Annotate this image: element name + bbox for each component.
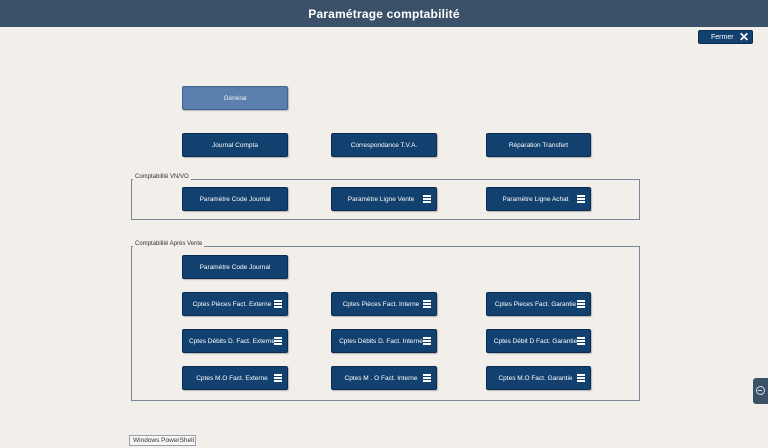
debits-interne-button[interactable]: Cptes Débits D. Fact. Interne [331, 329, 437, 353]
side-tab[interactable] [753, 378, 768, 404]
ligne-achat-button[interactable]: Paramètre Ligne Achat [486, 187, 591, 211]
menu-icon [423, 300, 431, 308]
menu-icon [274, 337, 282, 345]
powershell-label: Windows PowerShell [133, 437, 195, 444]
collapse-icon [756, 386, 765, 395]
menu-icon [423, 195, 431, 203]
close-button[interactable]: Fermer ✕ [698, 30, 753, 44]
correspondance-tva-button[interactable]: Correspondance T.V.A. [331, 133, 437, 157]
vnvo-group-legend: Comptabilité VN/VO [133, 174, 191, 180]
pieces-interne-button[interactable]: Cptes Pièces Fact. Interne [331, 292, 437, 316]
pieces-interne-label: Cptes Pièces Fact. Interne [342, 300, 420, 308]
ligne-vente-label: Paramètre Ligne Vente [347, 195, 415, 203]
vnvo-code-journal-label: Paramètre Code Journal [199, 195, 271, 203]
window-title: Paramétrage comptabilité [308, 6, 460, 21]
pieces-externe-label: Cptes Pièces Fact. Externe [192, 300, 272, 308]
ligne-vente-button[interactable]: Paramètre Ligne Vente [331, 187, 437, 211]
debit-garantie-label: Cptes Débit D Fact. Garantie [493, 337, 578, 345]
menu-icon [577, 300, 585, 308]
journal-compta-label: Journal Compta [212, 141, 258, 149]
pieces-externe-button[interactable]: Cptes Pièces Fact. Externe [182, 292, 288, 316]
powershell-taskbar-item[interactable]: Windows PowerShell [129, 435, 196, 446]
menu-icon [577, 374, 585, 382]
menu-icon [274, 300, 282, 308]
pieces-garantie-label: Cptes Pieces Fact. Garantie [494, 300, 577, 308]
menu-icon [423, 374, 431, 382]
debits-interne-label: Cptes Débits D. Fact. Interne [339, 337, 423, 345]
mo-externe-button[interactable]: Cptes M.O Fact. Externe [182, 366, 288, 390]
mo-externe-label: Cptes M.O Fact. Externe [196, 374, 268, 382]
menu-icon [577, 195, 585, 203]
correspondance-tva-label: Correspondance T.V.A. [350, 141, 418, 149]
menu-icon [274, 374, 282, 382]
apv-code-journal-button[interactable]: Paramètre Code Journal [182, 255, 288, 279]
ligne-achat-label: Paramètre Ligne Achat [502, 195, 569, 203]
apv-group-legend: Comptabilité Après Vente [133, 241, 205, 247]
window-title-bar: Paramétrage comptabilité [0, 0, 768, 27]
close-icon: ✕ [738, 30, 749, 44]
mo-interne-label: Cptes M . O Fact. Interne [344, 374, 418, 382]
debits-externe-label: Cptes Débits D. Fact. Externe [189, 337, 275, 345]
general-button-label: Général [223, 94, 247, 102]
reparation-transfert-label: Réparation Transfert [508, 141, 569, 149]
journal-compta-button[interactable]: Journal Compta [182, 133, 288, 157]
reparation-transfert-button[interactable]: Réparation Transfert [486, 133, 591, 157]
menu-icon [577, 337, 585, 345]
mo-garantie-button[interactable]: Cptes M.O Fact. Garantie [486, 366, 591, 390]
debits-externe-button[interactable]: Cptes Débits D. Fact. Externe [182, 329, 288, 353]
mo-garantie-label: Cptes M.O Fact. Garantie [498, 374, 573, 382]
menu-icon [423, 337, 431, 345]
close-button-label: Fermer [711, 33, 734, 41]
mo-interne-button[interactable]: Cptes M . O Fact. Interne [331, 366, 437, 390]
pieces-garantie-button[interactable]: Cptes Pieces Fact. Garantie [486, 292, 591, 316]
apv-code-journal-label: Paramètre Code Journal [199, 263, 271, 271]
vnvo-code-journal-button[interactable]: Paramètre Code Journal [182, 187, 288, 211]
debit-garantie-button[interactable]: Cptes Débit D Fact. Garantie [486, 329, 591, 353]
general-button[interactable]: Général [182, 86, 288, 110]
